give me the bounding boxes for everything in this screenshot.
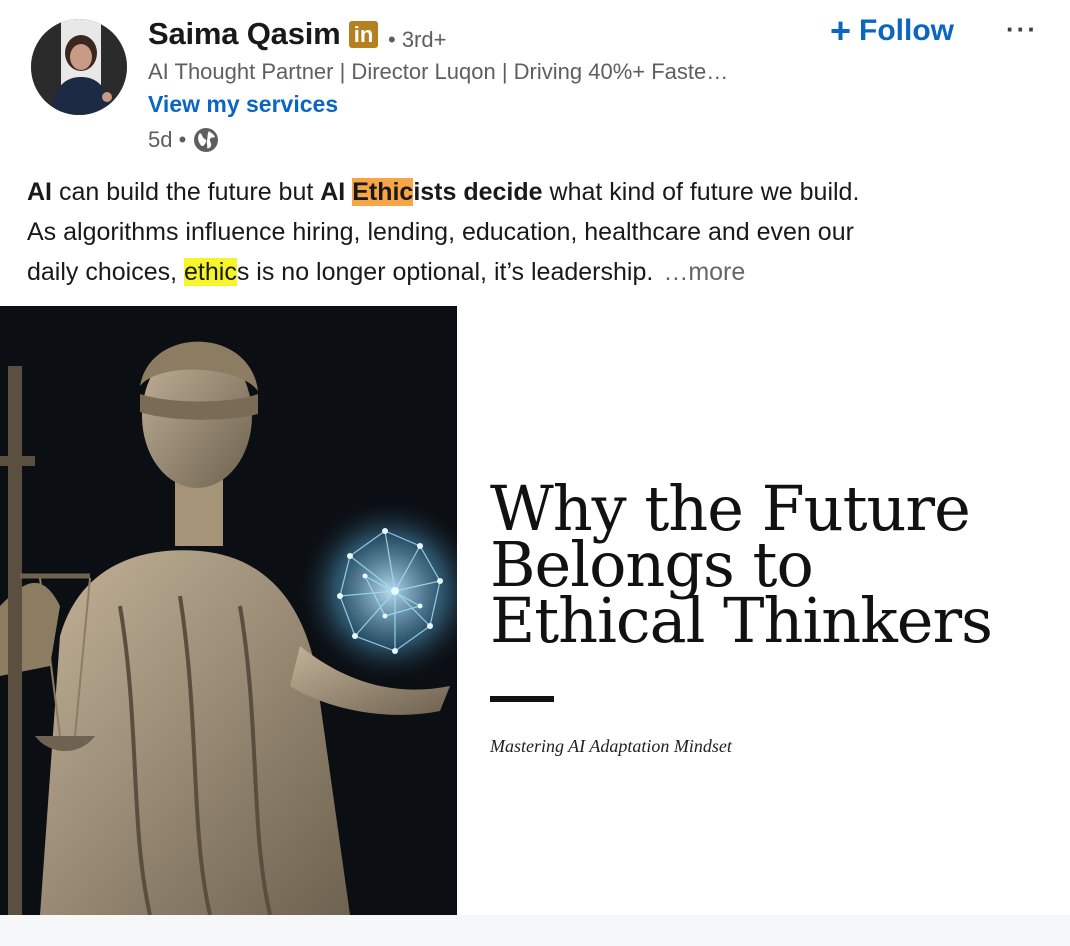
post-text: s is no longer optional, it’s leadership… <box>236 258 654 286</box>
post-text: what kind of future we build. <box>542 178 860 206</box>
search-highlight: ethic <box>184 258 237 286</box>
post-text: daily choices, <box>27 258 185 286</box>
post-line-2: As algorithms influence hiring, lending,… <box>27 218 854 246</box>
search-highlight-current: Ethic <box>352 178 414 206</box>
connection-degree: • 3rd+ <box>388 27 447 52</box>
follow-label: Follow <box>859 14 955 47</box>
post-text-bold: AI <box>320 178 353 206</box>
post-time: 5d • <box>148 127 187 152</box>
author-headline: AI Thought Partner | Director Luqon | Dr… <box>148 59 729 84</box>
post-footer <box>0 915 1070 946</box>
post-text-bold: ists decide <box>413 178 543 206</box>
post-line-3: daily choices, ethics is no longer optio… <box>27 252 1047 292</box>
author-name[interactable]: Saima Qasim <box>148 16 341 52</box>
image-divider <box>490 696 554 702</box>
statue-illustration <box>0 306 457 915</box>
post-text: can build the future but <box>52 178 321 206</box>
image-title: Why the Future Belongs to Ethical Thinke… <box>490 478 1050 657</box>
linkedin-badge-icon: in <box>349 21 378 48</box>
view-services-link[interactable]: View my services <box>148 91 338 118</box>
image-title-line: Ethical Thinkers <box>490 584 993 657</box>
follow-button[interactable]: + Follow <box>830 10 955 51</box>
see-more-button[interactable]: …more <box>663 258 745 286</box>
author-avatar[interactable] <box>31 19 127 115</box>
more-options-icon[interactable]: ··· <box>1006 14 1038 45</box>
post-text-bold: AI <box>27 178 52 206</box>
globe-icon <box>192 126 220 154</box>
image-subtitle: Mastering AI Adaptation Mindset <box>490 736 732 756</box>
post-line-1: AI can build the future but AI Ethicists… <box>27 172 1047 212</box>
plus-icon: + <box>830 10 852 51</box>
post-meta: 5d • <box>148 126 220 154</box>
image-text-panel: Why the Future Belongs to Ethical Thinke… <box>457 306 1070 915</box>
post-body: AI can build the future but AI Ethicists… <box>27 172 1047 292</box>
post-image[interactable]: Why the Future Belongs to Ethical Thinke… <box>0 306 1070 915</box>
